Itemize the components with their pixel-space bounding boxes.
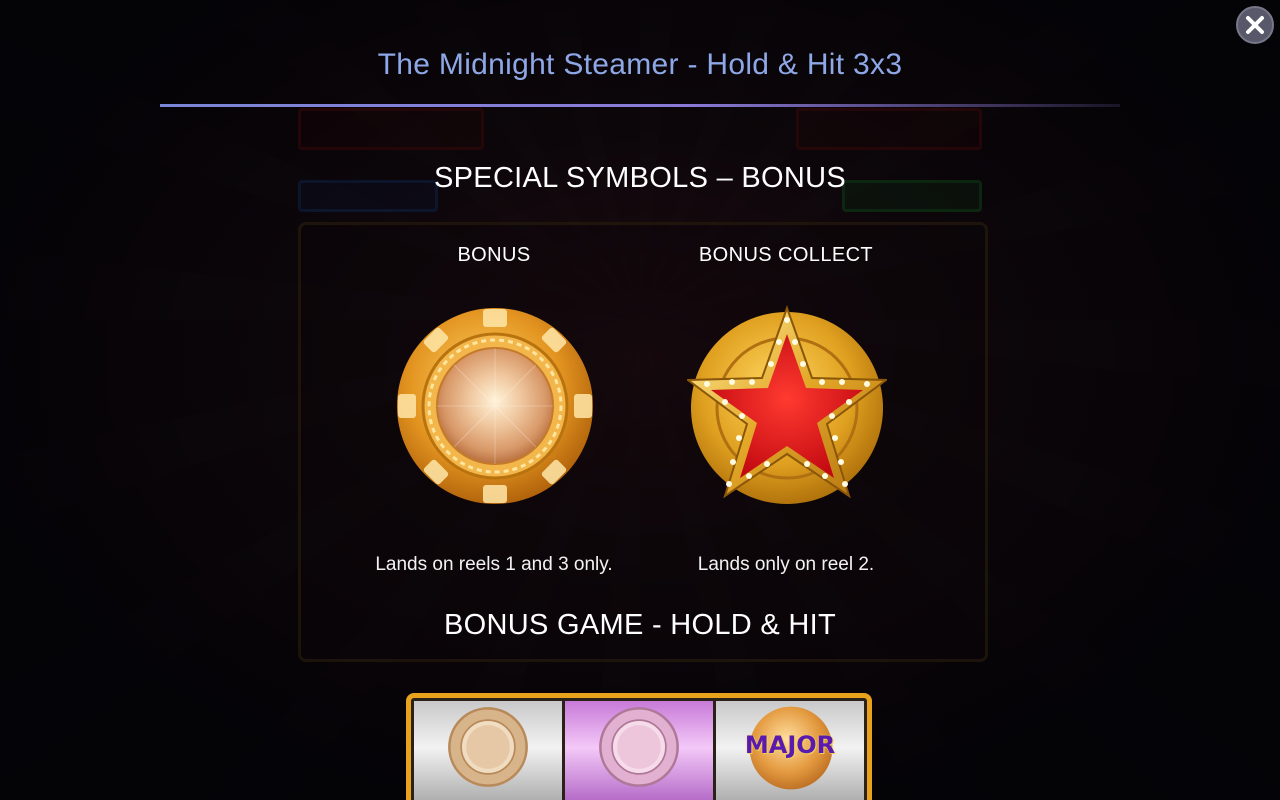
hold-and-hit-grid-preview: MAJOR bbox=[406, 693, 872, 800]
bonus-symbol-description: Lands on reels 1 and 3 only. bbox=[375, 554, 613, 575]
chip-icon bbox=[599, 707, 679, 787]
bonus-symbol-label: BONUS bbox=[457, 244, 531, 266]
major-label: MAJOR bbox=[744, 731, 836, 759]
modal-overlay bbox=[0, 0, 1280, 800]
red-star-coin-icon bbox=[687, 305, 887, 504]
gold-chip-icon bbox=[397, 308, 593, 504]
grid-cell-chip bbox=[414, 701, 562, 800]
grid-cell-chip bbox=[565, 701, 713, 800]
page-title: The Midnight Steamer - Hold & Hit 3x3 bbox=[377, 48, 903, 81]
bonus-collect-symbol-description: Lands only on reel 2. bbox=[697, 554, 875, 575]
title-divider bbox=[160, 104, 1120, 107]
close-icon bbox=[1246, 16, 1264, 34]
bonus-collect-symbol-label: BONUS COLLECT bbox=[698, 244, 874, 266]
close-button[interactable] bbox=[1236, 6, 1274, 44]
grid-cell-major: MAJOR bbox=[716, 701, 864, 800]
chip-icon bbox=[448, 707, 528, 787]
special-symbols-heading: SPECIAL SYMBOLS – BONUS bbox=[434, 162, 846, 194]
bonus-game-heading: BONUS GAME - HOLD & HIT bbox=[444, 609, 836, 641]
